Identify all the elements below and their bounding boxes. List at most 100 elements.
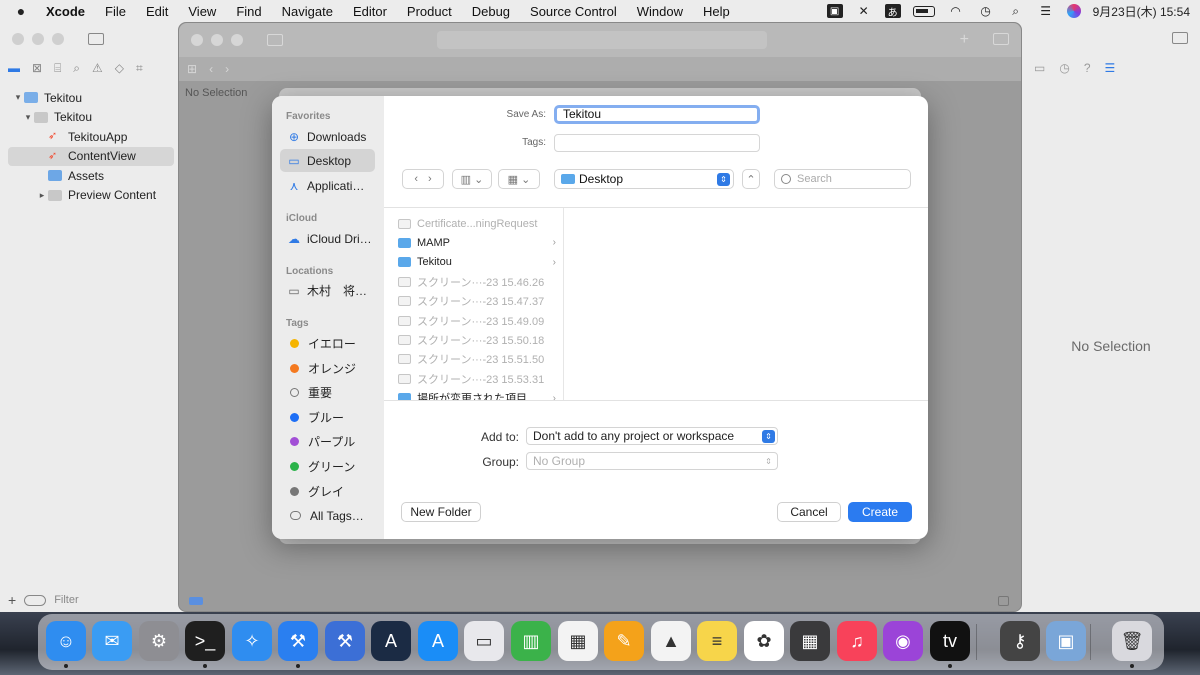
menu-edit[interactable]: Edit — [146, 4, 168, 19]
bluetooth-off-icon[interactable]: ✕ — [855, 4, 873, 18]
file-list-item[interactable]: スクリーン···-23 15.51.50 — [398, 350, 558, 369]
debug-navigator-icon[interactable]: ⌗ — [136, 61, 143, 76]
collapse-button[interactable]: ⌃ — [742, 169, 760, 189]
toggle-inspector-icon[interactable] — [1172, 32, 1188, 44]
filter-options-icon[interactable] — [24, 594, 47, 606]
input-method-icon[interactable]: あ — [884, 4, 901, 19]
symbol-navigator-icon[interactable]: ⌸ — [54, 61, 61, 76]
time-machine-icon[interactable]: ◷ — [977, 4, 995, 18]
menu-find[interactable]: Find — [236, 4, 261, 19]
terminal-icon[interactable]: >_ — [185, 621, 225, 661]
disclosure-triangle[interactable]: ▸ — [36, 190, 48, 201]
wifi-icon[interactable]: ◠ — [947, 4, 965, 18]
tags-field[interactable] — [554, 134, 760, 152]
group-popup[interactable]: No Group ⇕ — [526, 452, 778, 470]
sidebar-tag-item[interactable]: ブルー — [280, 406, 375, 429]
grid-icon[interactable]: ⊞ — [187, 62, 197, 76]
system-preferences-icon[interactable]: ⚙ — [139, 621, 179, 661]
numbers-icon[interactable]: ▥ — [511, 621, 551, 661]
toggle-inspector-icon[interactable] — [993, 33, 1009, 45]
menu-clock[interactable]: 9月23日(木) 15:54 — [1093, 3, 1190, 20]
forward-icon[interactable]: › — [428, 173, 432, 185]
menu-navigate[interactable]: Navigate — [282, 4, 333, 19]
sidebar-item-icloud-drive[interactable]: ☁ iCloud Dri… — [280, 227, 375, 250]
safari-icon[interactable]: ✧ — [232, 621, 272, 661]
filter-input[interactable]: Filter — [54, 594, 78, 606]
pages-pen-icon[interactable]: ✎ — [604, 621, 644, 661]
file-list-item[interactable]: スクリーン···-23 15.50.18 — [398, 330, 558, 349]
menu-view[interactable]: View — [188, 4, 216, 19]
history-inspector-icon[interactable]: ◷ — [1059, 61, 1069, 75]
podcasts-icon[interactable]: ◉ — [883, 621, 923, 661]
battery-icon[interactable] — [912, 5, 935, 17]
save-as-field[interactable]: Tekitou — [554, 105, 760, 124]
source-control-navigator-icon[interactable]: ⊠ — [32, 61, 42, 75]
trash-icon[interactable]: 🗑 — [1112, 621, 1152, 661]
test-navigator-icon[interactable]: ◇ — [115, 61, 124, 75]
mail-icon[interactable]: ✉ — [92, 621, 132, 661]
file-list-item[interactable]: MAMP › — [398, 233, 558, 252]
zoom-window-button[interactable] — [231, 34, 243, 46]
add-icon[interactable]: + — [960, 31, 969, 49]
menu-help[interactable]: Help — [703, 4, 730, 19]
toggle-navigator-icon[interactable] — [88, 33, 104, 45]
file-list-item[interactable]: Tekitou › — [398, 253, 558, 272]
menu-window[interactable]: Window — [637, 4, 683, 19]
attributes-inspector-icon[interactable]: ☰ — [1105, 61, 1116, 75]
add-to-popup[interactable]: Don't add to any project or workspace ⇕ — [526, 427, 778, 445]
minimize-window-button[interactable] — [32, 33, 44, 45]
sidebar-item-applications[interactable]: ⋏ Applicati… — [280, 174, 375, 197]
column-view-button[interactable]: ▥ ⌄ — [452, 169, 492, 189]
control-center-icon[interactable]: ☰ — [1037, 4, 1055, 18]
file-inspector-icon[interactable]: ▭ — [1034, 61, 1045, 75]
sidebar-tag-item[interactable]: イエロー — [280, 332, 375, 355]
music-icon[interactable]: ♫ — [837, 621, 877, 661]
disclosure-triangle[interactable]: ▾ — [12, 92, 24, 103]
nav-row-preview-content[interactable]: ▸ Preview Content — [0, 186, 178, 206]
keychain-icon[interactable]: ⚷ — [1000, 621, 1040, 661]
menu-file[interactable]: File — [105, 4, 126, 19]
location-popup[interactable]: Desktop ⇕ — [554, 169, 734, 189]
new-folder-button[interactable]: New Folder — [401, 502, 481, 522]
sidebar-tag-item[interactable]: 重要 — [280, 381, 375, 404]
file-list-item[interactable]: スクリーン···-23 15.47.37 — [398, 292, 558, 311]
calculator-icon[interactable]: ▦ — [790, 621, 830, 661]
preview-icon[interactable]: ▣ — [1046, 621, 1086, 661]
instruments-icon[interactable]: A — [371, 621, 411, 661]
close-window-button[interactable] — [191, 34, 203, 46]
xcode-beta-icon[interactable]: ⚒ — [325, 621, 365, 661]
sidebar-tag-item[interactable]: パープル — [280, 430, 375, 453]
spotlight-icon[interactable]: ⌕ — [1007, 4, 1025, 18]
group-options-button[interactable]: ▦ ⌄ — [498, 169, 540, 189]
sidebar-tag-item[interactable]: グレイ — [280, 480, 375, 503]
sidebar-tag-item[interactable]: オレンジ — [280, 357, 375, 380]
app-store-icon[interactable]: A — [418, 621, 458, 661]
split-view-icon[interactable] — [998, 596, 1009, 606]
toggle-navigator-icon[interactable] — [267, 34, 283, 46]
nav-row-tekitouapp[interactable]: ➶ TekitouApp — [0, 127, 178, 147]
sidebar-item-computer[interactable]: ▭ 木村 将… — [280, 279, 375, 302]
menu-source-control[interactable]: Source Control — [530, 4, 617, 19]
siri-icon[interactable] — [1066, 4, 1081, 18]
nav-row-group[interactable]: ▾ Tekitou — [0, 108, 178, 128]
file-list-item[interactable]: Certificate...ningRequest — [398, 214, 558, 233]
notes-icon[interactable]: ≡ — [697, 621, 737, 661]
menu-editor[interactable]: Editor — [353, 4, 387, 19]
file-list-item[interactable]: 場所が変更された項目 › — [398, 389, 558, 400]
sidebar-tag-item[interactable]: All Tags… — [280, 504, 375, 527]
menu-product[interactable]: Product — [407, 4, 452, 19]
nav-row-assets[interactable]: Assets — [0, 166, 178, 186]
close-window-button[interactable] — [12, 33, 24, 45]
debug-area-toggle-icon[interactable] — [189, 597, 203, 605]
file-list-item[interactable]: スクリーン···-23 15.53.31 — [398, 369, 558, 388]
quick-help-icon[interactable]: ? — [1084, 61, 1091, 75]
cancel-button[interactable]: Cancel — [777, 502, 841, 522]
screen-share-icon[interactable]: ▣ — [826, 4, 843, 18]
apple-logo-icon[interactable]: ● — [10, 3, 32, 19]
xcode-icon[interactable]: ⚒ — [278, 621, 318, 661]
project-navigator-icon[interactable]: ▬ — [8, 61, 20, 75]
search-field[interactable]: Search — [774, 169, 911, 189]
simulator-icon[interactable]: ▭ — [464, 621, 504, 661]
create-button[interactable]: Create — [848, 502, 912, 522]
finder-icon[interactable]: ☺ — [46, 621, 86, 661]
